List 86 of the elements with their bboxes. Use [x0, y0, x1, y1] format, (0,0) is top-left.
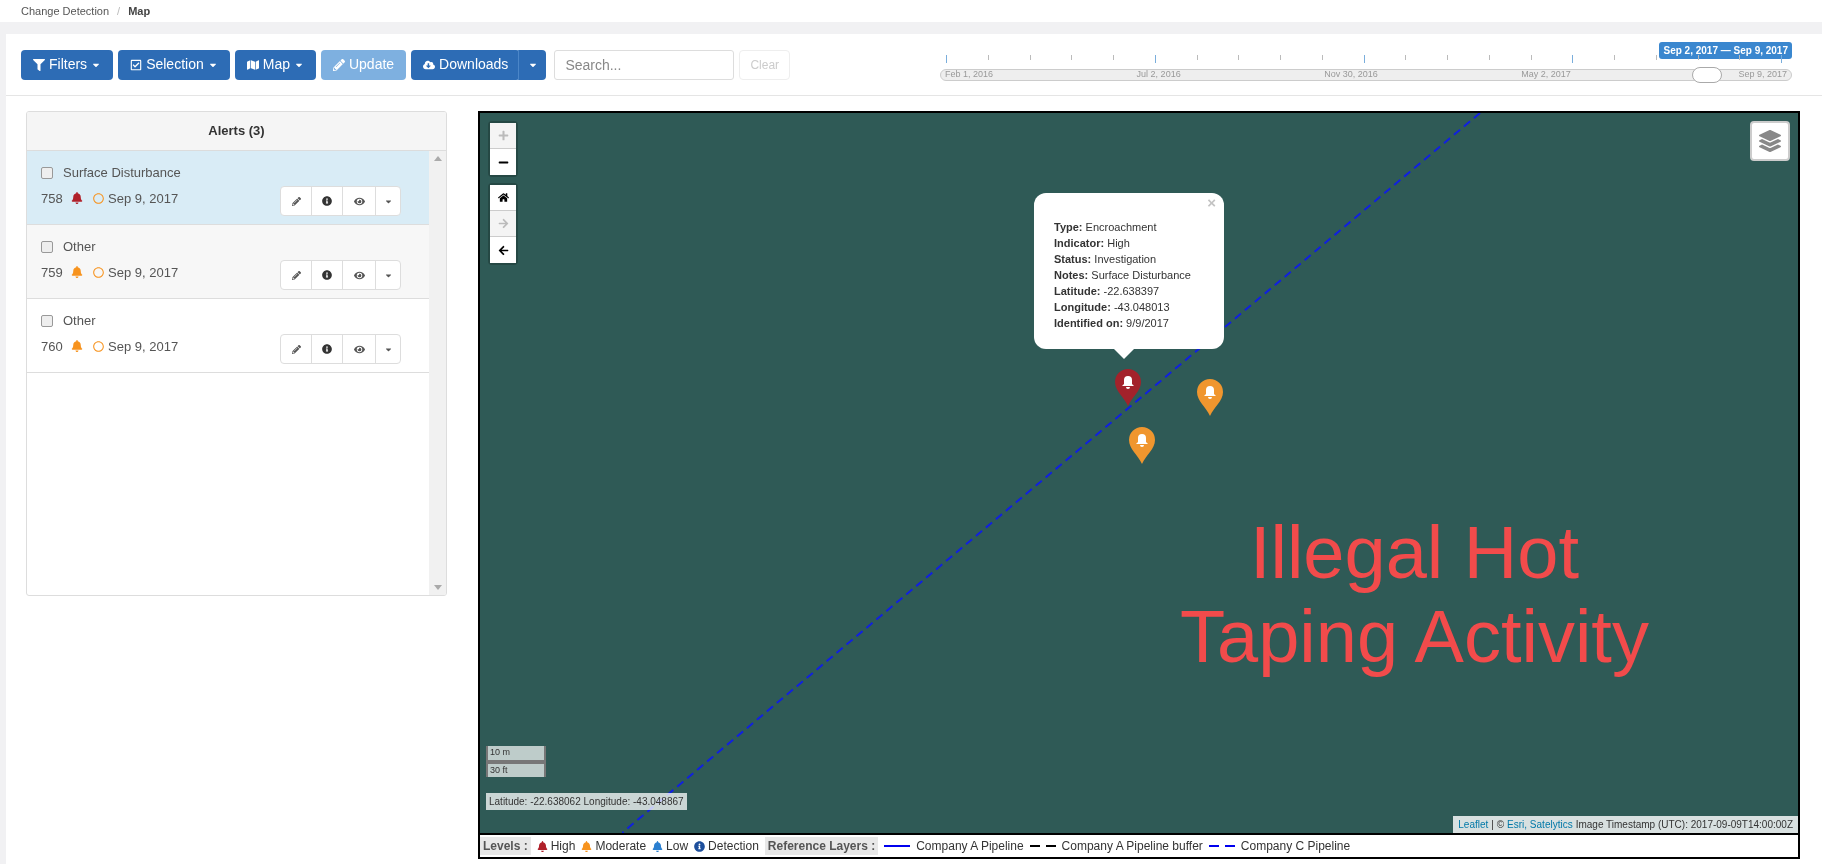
breadcrumb-current: Map — [128, 3, 151, 19]
breadcrumb-separator: / — [117, 3, 121, 19]
map-pin-icon[interactable] — [1114, 369, 1142, 407]
timeline-label: Jul 2, 2016 — [1136, 68, 1181, 82]
alert-row[interactable]: Other 759 Sep 9, 2017 — [27, 225, 429, 299]
scale-bar: 30 ft — [486, 761, 546, 777]
pencil-icon — [332, 58, 345, 71]
alert-row[interactable]: Surface Disturbance 758 Sep 9, 2017 — [27, 151, 429, 225]
pencil-icon — [291, 196, 301, 206]
popup-field: Status: Investigation — [1054, 251, 1224, 267]
levels-label: Levels : — [480, 837, 531, 855]
timestamp-text: Image Timestamp (UTC): 2017-09-09T14:00:00Z — [1575, 818, 1793, 832]
cloud-download-icon — [423, 58, 436, 71]
timeline-slider[interactable]: Sep 2, 2017 — Sep 9, 2017 Feb 1, 2016 Jul 2, 2016 Nov 30, 2016 May 2, 2017 Sep 9, 2017 — [940, 42, 1792, 86]
alerts-title: Alerts (3) — [27, 112, 446, 151]
alert-title: Other — [63, 312, 96, 330]
map-pin-icon[interactable] — [1196, 379, 1224, 417]
home-button[interactable] — [490, 185, 516, 211]
caret-button[interactable] — [518, 49, 547, 80]
scale-bar: 10 m — [486, 746, 546, 762]
annotation-text: Taping Activity — [1180, 595, 1649, 679]
filter-button[interactable]: Filters — [21, 49, 114, 80]
satellite-map[interactable] — [480, 113, 1798, 833]
selection-button[interactable]: Selection — [118, 49, 230, 80]
map-button[interactable]: Map — [234, 49, 316, 80]
zoom-out-button[interactable] — [490, 149, 516, 175]
layers-label: Reference Layers : — [764, 837, 879, 855]
range-label: Sep 2, 2017 — Sep 9, 2017 — [1659, 42, 1792, 59]
checkbox-icon — [130, 58, 143, 71]
alert-id: 758 — [41, 189, 64, 208]
layers-icon — [1759, 130, 1781, 152]
pencil-icon — [291, 344, 301, 354]
search-field[interactable]: Search... — [554, 49, 735, 80]
popup-field: Latitude: -22.638397 — [1054, 283, 1224, 299]
info-icon — [322, 196, 332, 206]
popup-pointer — [1114, 349, 1134, 359]
download-button[interactable]: Downloads — [411, 49, 521, 80]
home-icon — [497, 192, 509, 203]
legend-label: Company A Pipeline buffer — [1061, 838, 1203, 855]
pencil-icon — [291, 270, 301, 280]
alert-title: Surface Disturbance — [63, 164, 181, 182]
legend-label: High — [550, 838, 576, 855]
annotation-text: Illegal Hot — [1249, 511, 1579, 595]
breadcrumb-link[interactable]: Change Detection — [21, 2, 110, 20]
legend-label: Moderate — [595, 838, 647, 855]
timeline-label: Nov 30, 2016 — [1324, 68, 1378, 82]
eye-icon — [353, 343, 365, 355]
alert-id: 759 — [41, 263, 64, 282]
scrollbar[interactable] — [429, 151, 446, 595]
alert-date: Sep 9, 2017 — [108, 189, 179, 208]
legend-label: Company A Pipeline — [916, 838, 1024, 855]
esri-link[interactable]: Esri, Satelytics — [1507, 817, 1573, 832]
eye-icon — [353, 269, 365, 281]
map-pin-icon[interactable] — [1128, 427, 1156, 465]
alert-date: Sep 9, 2017 — [108, 263, 179, 282]
popup-field: Identified on: 9/9/2017 — [1054, 315, 1224, 331]
info-icon — [322, 344, 332, 354]
popup-field: Indicator: High — [1054, 235, 1224, 251]
slider-thumb[interactable] — [1691, 67, 1722, 83]
timeline-label: Sep 9, 2017 — [1737, 68, 1787, 82]
plus-icon — [497, 130, 509, 141]
popup-field: Notes: Surface Disturbance — [1054, 267, 1224, 283]
info-icon — [322, 270, 332, 280]
legend-label: Low — [666, 838, 689, 855]
legend-label: Detection — [708, 838, 759, 855]
back-button[interactable] — [490, 237, 516, 263]
arrow-left-icon — [497, 244, 509, 256]
arrow-right-icon — [497, 218, 509, 229]
eye-icon — [353, 195, 365, 207]
coordinates-label: Latitude: -22.638062 Longitude: -43.048867 — [486, 793, 687, 810]
alert-title: Other — [63, 238, 96, 256]
alert-id: 760 — [41, 337, 64, 356]
filter-icon — [33, 58, 45, 71]
leaflet-link[interactable]: Leaflet — [1458, 817, 1489, 832]
checkbox[interactable] — [41, 166, 53, 179]
checkbox[interactable] — [41, 240, 53, 253]
legend-label: Company C Pipeline — [1240, 838, 1351, 855]
alert-date: Sep 9, 2017 — [108, 337, 179, 356]
popup-field: Type: Encroachment — [1054, 219, 1224, 235]
layers-button[interactable] — [1750, 121, 1790, 161]
map-icon — [246, 58, 259, 71]
timeline-label: May 2, 2017 — [1521, 68, 1571, 82]
popup-field: Longitude: -43.048013 — [1054, 299, 1224, 315]
checkbox[interactable] — [41, 314, 53, 327]
timeline-label: Feb 1, 2016 — [945, 68, 994, 82]
attribution-separator: | © — [1491, 818, 1505, 832]
